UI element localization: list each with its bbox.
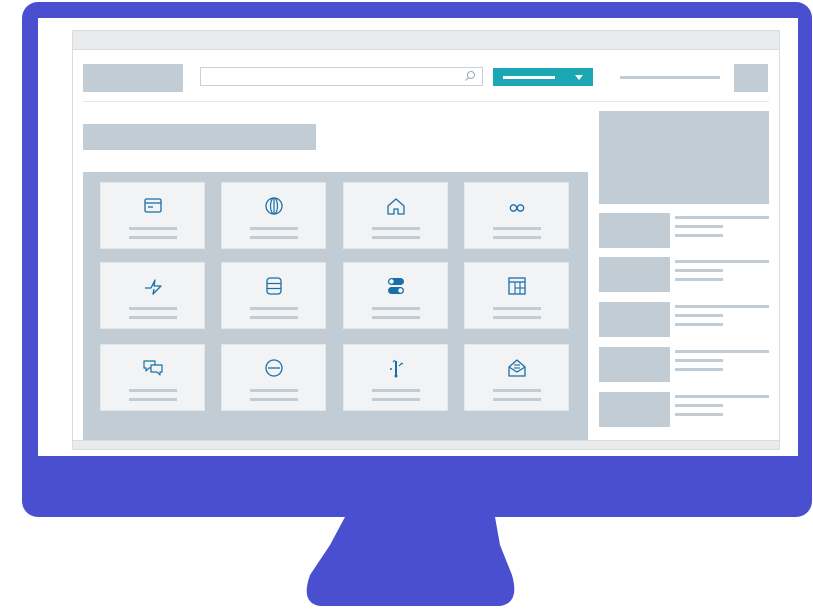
sidebar-item-line bbox=[675, 359, 723, 362]
sidebar-item-thumbnail bbox=[599, 392, 670, 427]
app-tile[interactable] bbox=[221, 344, 326, 411]
tile-label bbox=[493, 227, 541, 230]
sidebar-item-line bbox=[675, 225, 723, 228]
tile-label bbox=[493, 389, 541, 392]
sidebar-item-line bbox=[675, 278, 723, 281]
sidebar-item-line bbox=[675, 269, 723, 272]
tile-label bbox=[129, 227, 177, 230]
tile-label bbox=[129, 389, 177, 392]
category-dropdown[interactable] bbox=[493, 68, 593, 86]
tile-label bbox=[250, 307, 298, 310]
sidebar-item-line bbox=[675, 368, 723, 371]
window-statusbar bbox=[73, 440, 779, 449]
app-tile[interactable] bbox=[343, 344, 448, 411]
app-tile[interactable] bbox=[343, 182, 448, 249]
sidebar-item-title bbox=[675, 216, 769, 219]
toggle-icon bbox=[385, 275, 407, 297]
tile-label bbox=[250, 389, 298, 392]
app-tile[interactable] bbox=[464, 182, 569, 249]
sidebar-item-title bbox=[675, 305, 769, 308]
app-tile[interactable] bbox=[100, 262, 205, 329]
app-tile[interactable] bbox=[464, 262, 569, 329]
tile-sublabel bbox=[250, 236, 298, 239]
tile-label bbox=[372, 389, 420, 392]
sidebar-item-line bbox=[675, 314, 723, 317]
tile-sublabel bbox=[372, 236, 420, 239]
sidebar-item-thumbnail bbox=[599, 257, 670, 292]
tile-label bbox=[493, 307, 541, 310]
tile-sublabel bbox=[493, 236, 541, 239]
sidebar-item[interactable] bbox=[599, 347, 769, 382]
tile-sublabel bbox=[129, 316, 177, 319]
tile-label bbox=[250, 227, 298, 230]
app-tile[interactable] bbox=[221, 262, 326, 329]
sidebar-item-line bbox=[675, 234, 723, 237]
lightning-icon bbox=[142, 275, 164, 297]
table-icon bbox=[506, 275, 528, 297]
infinity-icon bbox=[506, 195, 528, 217]
sidebar-item-title bbox=[675, 395, 769, 398]
app-tile[interactable] bbox=[100, 182, 205, 249]
tile-sublabel bbox=[250, 316, 298, 319]
dropdown-selected-value bbox=[503, 75, 555, 79]
app-tile[interactable] bbox=[100, 344, 205, 411]
window-titlebar bbox=[73, 31, 779, 50]
header-divider bbox=[83, 101, 769, 102]
user-name[interactable] bbox=[620, 76, 720, 79]
tile-label bbox=[129, 307, 177, 310]
tile-sublabel bbox=[493, 398, 541, 401]
page-title bbox=[83, 124, 316, 150]
app-tile[interactable] bbox=[343, 262, 448, 329]
tile-label bbox=[372, 307, 420, 310]
sidebar-item-line bbox=[675, 404, 723, 407]
sidebar-item-title bbox=[675, 260, 769, 263]
sidebar-item[interactable] bbox=[599, 302, 769, 337]
sidebar-item-line bbox=[675, 413, 723, 416]
search-input[interactable] bbox=[200, 67, 486, 87]
app-window bbox=[72, 30, 780, 450]
minus-circle-icon bbox=[263, 357, 285, 379]
tile-sublabel bbox=[372, 316, 420, 319]
sidebar-item-line bbox=[675, 323, 723, 326]
sidebar-item-thumbnail bbox=[599, 302, 670, 337]
app-tile[interactable] bbox=[221, 182, 326, 249]
tile-sublabel bbox=[129, 398, 177, 401]
database-icon bbox=[263, 275, 285, 297]
tile-sublabel bbox=[250, 398, 298, 401]
globe-icon bbox=[263, 195, 285, 217]
search-icon[interactable] bbox=[464, 70, 476, 82]
sidebar-item[interactable] bbox=[599, 257, 769, 292]
sidebar-item-title bbox=[675, 350, 769, 353]
tile-sublabel bbox=[493, 316, 541, 319]
sidebar-item-thumbnail bbox=[599, 213, 670, 248]
sidebar-banner[interactable] bbox=[599, 111, 769, 204]
sidebar-item-thumbnail bbox=[599, 347, 670, 382]
tile-sublabel bbox=[372, 398, 420, 401]
search-field[interactable] bbox=[201, 68, 486, 87]
sidebar-item[interactable] bbox=[599, 392, 769, 427]
credit-card-icon bbox=[142, 195, 164, 217]
tile-label bbox=[372, 227, 420, 230]
logo[interactable] bbox=[83, 64, 183, 92]
avatar[interactable] bbox=[734, 64, 768, 92]
app-grid bbox=[83, 172, 588, 440]
tile-sublabel bbox=[129, 236, 177, 239]
home-icon bbox=[385, 195, 407, 217]
tools-icon bbox=[385, 357, 407, 379]
open-mail-icon bbox=[506, 357, 528, 379]
chat-icon bbox=[142, 357, 164, 379]
chevron-down-icon bbox=[575, 75, 583, 80]
sidebar-item[interactable] bbox=[599, 213, 769, 248]
app-tile[interactable] bbox=[464, 344, 569, 411]
